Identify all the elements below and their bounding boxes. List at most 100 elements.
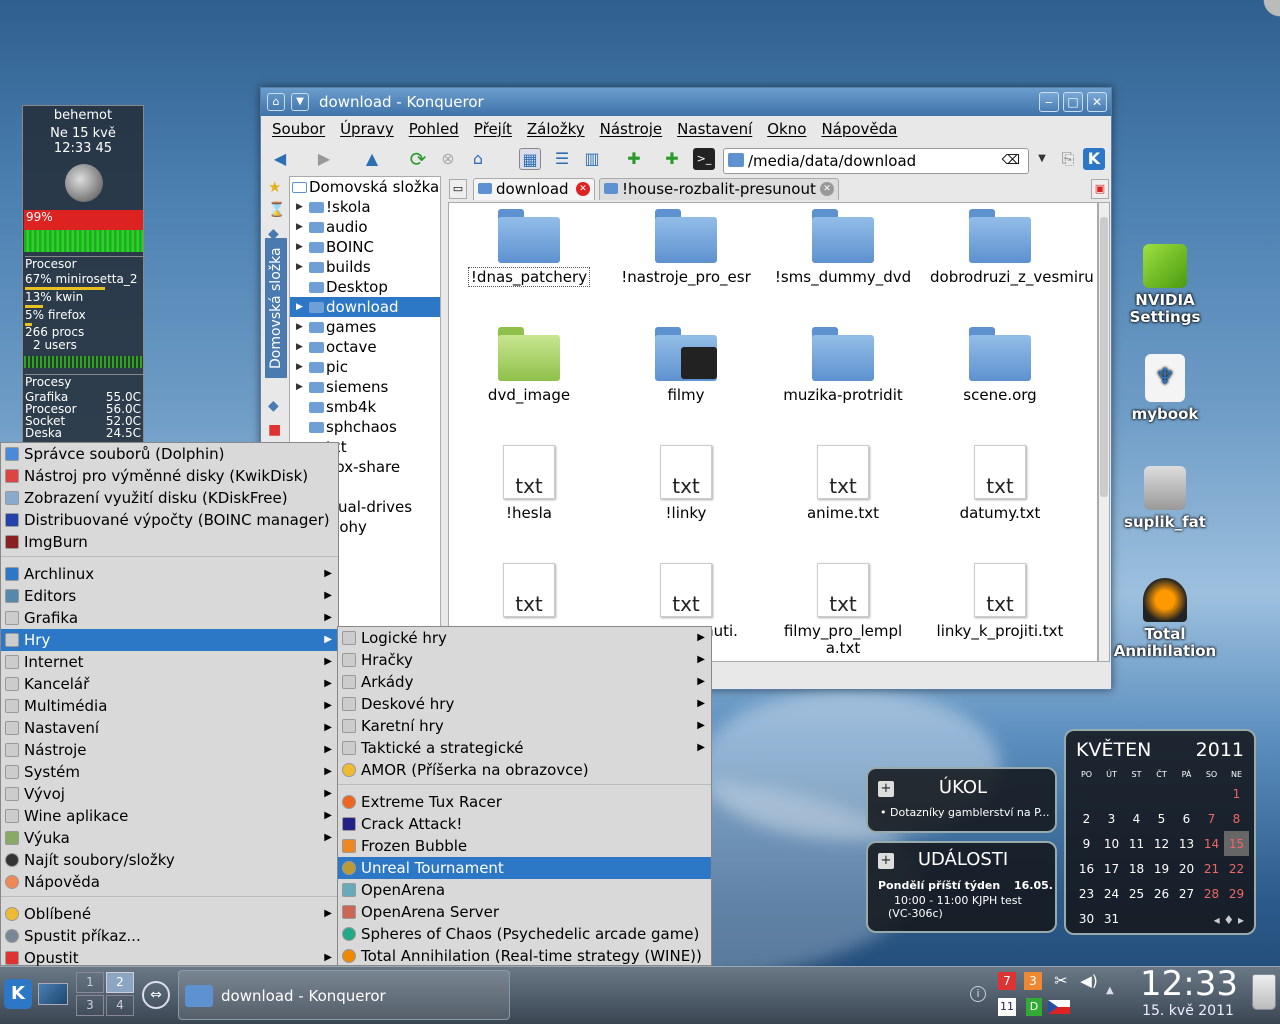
tree-item[interactable]: ▶ pic bbox=[290, 357, 440, 377]
menu-item-nastroje[interactable]: Nástroje ▶ bbox=[1, 739, 338, 761]
info-icon[interactable]: i bbox=[970, 986, 986, 1002]
submenu-item-tux-racer[interactable]: Extreme Tux Racer bbox=[338, 791, 711, 813]
calendar-day[interactable]: 1 bbox=[1224, 781, 1249, 806]
kde-logo-icon[interactable]: K bbox=[1083, 148, 1105, 170]
calendar-day[interactable]: 25 bbox=[1124, 881, 1149, 906]
calendar-month[interactable]: KVĚTEN bbox=[1076, 739, 1151, 761]
calendar-day[interactable]: 12 bbox=[1149, 831, 1174, 856]
close-tab-icon[interactable]: ✕ bbox=[576, 182, 590, 196]
calendar-day[interactable] bbox=[1074, 781, 1099, 806]
calendar-day[interactable]: 18 bbox=[1124, 856, 1149, 881]
close-current-tab-icon[interactable]: ▣ bbox=[1091, 179, 1109, 199]
network-icon[interactable]: ◆ bbox=[268, 398, 284, 414]
scrollbar-thumb[interactable] bbox=[1100, 217, 1108, 497]
calendar-day[interactable]: 16 bbox=[1074, 856, 1099, 881]
file-item[interactable]: filmy bbox=[616, 327, 756, 404]
menu-nastaveni[interactable]: Nastavení bbox=[677, 120, 752, 138]
calendar-day[interactable] bbox=[1099, 781, 1124, 806]
menu-item-grafika[interactable]: Grafika ▶ bbox=[1, 607, 338, 629]
menu-item-find[interactable]: Najít soubory/složky bbox=[1, 849, 338, 871]
calendar-day[interactable]: 19 bbox=[1149, 856, 1174, 881]
show-desktop-icon[interactable] bbox=[38, 983, 68, 1005]
desktop-icon-nvidia[interactable]: NVIDIA Settings bbox=[1110, 244, 1220, 326]
clipboard-icon[interactable]: ⎘ bbox=[1057, 148, 1079, 170]
calendar-day[interactable]: 29 bbox=[1224, 881, 1249, 906]
desktop-icon-mybook[interactable]: ♆ mybook bbox=[1110, 354, 1220, 423]
submenu-item-arkady[interactable]: Arkády ▶ bbox=[338, 671, 711, 693]
vertical-scrollbar[interactable] bbox=[1098, 202, 1110, 662]
calendar-day[interactable]: 23 bbox=[1074, 881, 1099, 906]
tree-item[interactable]: smb4k bbox=[290, 397, 440, 417]
tree-item[interactable]: ▶ games bbox=[290, 317, 440, 337]
tray-expand-icon[interactable]: ▲ bbox=[1106, 985, 1114, 996]
calendar-day[interactable] bbox=[1124, 906, 1149, 931]
submenu-item-spheres[interactable]: Spheres of Chaos (Psychedelic arcade gam… bbox=[338, 923, 711, 945]
kde-menu-button[interactable]: K bbox=[4, 979, 32, 1009]
calendar-day[interactable] bbox=[1149, 906, 1174, 931]
calendar-day[interactable] bbox=[1124, 781, 1149, 806]
new-tab-icon[interactable]: ▭ bbox=[449, 179, 467, 199]
home-icon[interactable]: ⌂ bbox=[467, 148, 489, 170]
submenu-item-amor[interactable]: AMOR (Příšerka na obrazovce) bbox=[338, 759, 711, 781]
tray-boinc-icon[interactable]: 3 bbox=[1024, 972, 1042, 990]
menu-soubor[interactable]: Soubor bbox=[272, 120, 325, 138]
submenu-item-karetni[interactable]: Karetní hry ▶ bbox=[338, 715, 711, 737]
submenu-item-total-annihilation[interactable]: Total Annihilation (Real-time strategy (… bbox=[338, 945, 711, 967]
menu-item-internet[interactable]: Internet ▶ bbox=[1, 651, 338, 673]
calendar-day[interactable]: 2 bbox=[1074, 806, 1099, 831]
calendar-day[interactable]: 9 bbox=[1074, 831, 1099, 856]
file-item[interactable]: scene.org bbox=[930, 327, 1070, 404]
file-item[interactable]: muzika-protridit bbox=[773, 327, 913, 404]
file-item[interactable]: !nastroje_pro_esr bbox=[616, 209, 756, 286]
menu-nastroje[interactable]: Nástroje bbox=[600, 120, 663, 138]
calendar-day[interactable]: 31 bbox=[1099, 906, 1124, 931]
menu-prejit[interactable]: Přejít bbox=[474, 120, 512, 138]
calendar-day[interactable] bbox=[1174, 781, 1199, 806]
tree-item[interactable]: ▶ !skola bbox=[290, 197, 440, 217]
menu-item-dolphin[interactable]: Správce souborů (Dolphin) bbox=[1, 443, 338, 465]
menu-pohled[interactable]: Pohled bbox=[409, 120, 459, 138]
submenu-item-takticke[interactable]: Taktické a strategické ▶ bbox=[338, 737, 711, 759]
panel-clock-time[interactable]: 12:33 bbox=[1134, 964, 1244, 1004]
calendar-day[interactable]: 4 bbox=[1124, 806, 1149, 831]
calendar-day[interactable]: 24 bbox=[1099, 881, 1124, 906]
detail-view-icon[interactable]: ☰ bbox=[551, 148, 573, 170]
menu-zalozky[interactable]: Záložky bbox=[527, 120, 585, 138]
calendar-day[interactable] bbox=[1174, 906, 1199, 931]
pager-desktop-1[interactable]: 1 bbox=[76, 972, 104, 993]
calendar-day[interactable]: 8 bbox=[1224, 806, 1249, 831]
calendar-day[interactable]: 13 bbox=[1174, 831, 1199, 856]
tree-item-selected[interactable]: ▶ download bbox=[290, 297, 440, 317]
submenu-item-crack-attack[interactable]: Crack Attack! bbox=[338, 813, 711, 835]
menu-item-multimedia[interactable]: Multimédia ▶ bbox=[1, 695, 338, 717]
clear-location-icon[interactable]: ⌫ bbox=[1002, 149, 1020, 173]
calendar-day[interactable]: 30 bbox=[1074, 906, 1099, 931]
menu-item-archlinux[interactable]: Archlinux ▶ bbox=[1, 563, 338, 585]
calendar-day[interactable]: 3 bbox=[1099, 806, 1124, 831]
menu-item-imgburn[interactable]: ImgBurn bbox=[1, 531, 338, 553]
submenu-item-logicke[interactable]: Logické hry ▶ bbox=[338, 627, 711, 649]
file-item[interactable]: txt bbox=[459, 563, 599, 623]
pager-desktop-4[interactable]: 4 bbox=[106, 995, 134, 1016]
pager-desktop-3[interactable]: 3 bbox=[76, 995, 104, 1016]
calendar-day[interactable]: 26 bbox=[1149, 881, 1174, 906]
calendar-day[interactable]: 22 bbox=[1224, 856, 1249, 881]
calendar-day[interactable]: 10 bbox=[1099, 831, 1124, 856]
menu-item-hry[interactable]: Hry ▶ bbox=[1, 629, 338, 651]
keyboard-layout-flag-icon[interactable] bbox=[1048, 1000, 1070, 1014]
file-item[interactable]: txt !hesla bbox=[459, 445, 599, 522]
window-menu-icon[interactable]: ▼ bbox=[291, 93, 309, 111]
cashew-icon[interactable] bbox=[1250, 0, 1280, 26]
volume-icon[interactable]: ◀) bbox=[1078, 972, 1100, 990]
menu-upravy[interactable]: Úpravy bbox=[340, 120, 394, 138]
stop-icon[interactable]: ⊗ bbox=[437, 148, 459, 170]
close-tab-icon[interactable]: ✕ bbox=[820, 182, 834, 196]
media-icon[interactable]: ■ bbox=[268, 422, 284, 438]
calendar-day[interactable] bbox=[1149, 781, 1174, 806]
menu-item-kwikdisk[interactable]: Nástroj pro výměnné disky (KwikDisk) bbox=[1, 465, 338, 487]
location-dropdown-icon[interactable]: ▼ bbox=[1031, 148, 1053, 170]
calendar-day[interactable]: 27 bbox=[1174, 881, 1199, 906]
pager-desktop-2[interactable]: 2 bbox=[106, 972, 134, 993]
tree-item[interactable]: Desktop bbox=[290, 277, 440, 297]
menu-item-run-command[interactable]: Spustit příkaz... bbox=[1, 925, 338, 947]
